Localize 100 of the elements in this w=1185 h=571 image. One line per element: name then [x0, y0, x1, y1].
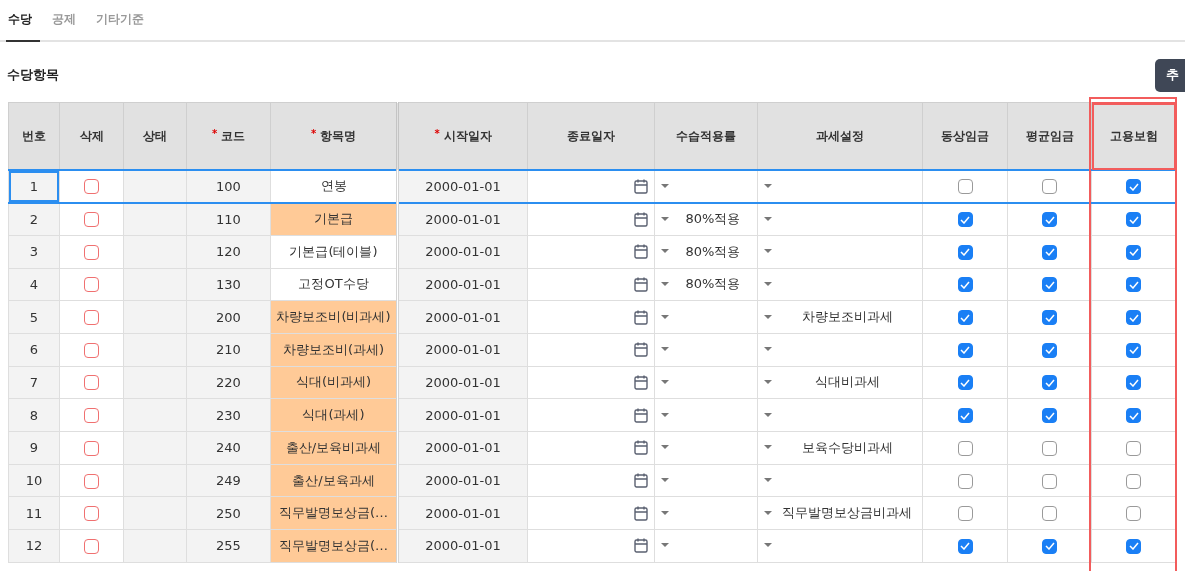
checkbox[interactable] — [1126, 538, 1141, 554]
table-cell: 2000-01-01 — [397, 235, 528, 269]
caret-icon[interactable] — [661, 314, 669, 320]
caret-icon[interactable] — [764, 412, 772, 418]
calendar-icon[interactable] — [634, 440, 648, 456]
checkbox[interactable] — [957, 244, 973, 260]
tab[interactable]: 수당 — [6, 11, 40, 42]
table-cell: 식대(비과세) — [270, 366, 398, 399]
calendar-icon[interactable] — [634, 407, 648, 423]
required-mark: * — [211, 127, 218, 139]
checkbox[interactable] — [957, 506, 973, 522]
caret-icon[interactable] — [764, 216, 772, 222]
calendar-icon[interactable] — [634, 473, 648, 489]
checkbox[interactable] — [84, 408, 99, 424]
checkbox[interactable] — [1126, 310, 1141, 326]
caret-icon[interactable] — [764, 543, 772, 549]
calendar-icon[interactable] — [634, 342, 648, 358]
checkbox[interactable] — [1042, 179, 1057, 195]
calendar-icon[interactable] — [634, 276, 648, 292]
checkbox[interactable] — [84, 179, 99, 195]
checkbox[interactable] — [84, 310, 99, 326]
table-cell: 2000-01-01 — [397, 300, 528, 334]
caret-icon[interactable] — [764, 314, 772, 320]
caret-icon[interactable] — [764, 445, 772, 451]
dropdown-value: 차량보조비과세 — [800, 308, 894, 327]
checkbox[interactable] — [1042, 342, 1057, 358]
add-button[interactable]: 추 — [1155, 58, 1185, 92]
checkbox[interactable] — [1126, 342, 1141, 358]
checkbox[interactable] — [1042, 310, 1057, 326]
checkbox[interactable] — [1042, 375, 1057, 391]
calendar-icon[interactable] — [634, 211, 648, 227]
table-cell: 6 — [8, 333, 60, 367]
checkbox[interactable] — [957, 538, 973, 554]
caret-icon[interactable] — [764, 379, 772, 385]
checkbox[interactable] — [957, 179, 973, 195]
calendar-icon[interactable] — [634, 309, 648, 325]
checkbox[interactable] — [84, 212, 99, 228]
checkbox[interactable] — [1042, 277, 1057, 293]
caret-icon[interactable] — [764, 281, 772, 287]
checkbox[interactable] — [1126, 244, 1141, 260]
caret-icon[interactable] — [764, 183, 772, 189]
checkbox[interactable] — [1042, 506, 1057, 522]
checkbox[interactable] — [1126, 473, 1141, 489]
checkbox[interactable] — [84, 375, 99, 391]
checkbox[interactable] — [1042, 473, 1057, 489]
checkbox[interactable] — [957, 212, 973, 228]
checkbox[interactable] — [1042, 538, 1057, 554]
calendar-icon[interactable] — [634, 538, 648, 554]
calendar-icon[interactable] — [634, 505, 648, 521]
checkbox[interactable] — [1126, 408, 1141, 424]
caret-icon[interactable] — [661, 183, 669, 189]
caret-icon[interactable] — [764, 478, 772, 484]
caret-icon[interactable] — [764, 347, 772, 353]
checkbox[interactable] — [1126, 277, 1141, 293]
table-cell: 4 — [8, 268, 60, 301]
checkbox[interactable] — [84, 506, 99, 522]
checkbox[interactable] — [84, 277, 99, 293]
table-cell: 250 — [186, 496, 271, 530]
table-cell: 5 — [8, 300, 60, 334]
checkbox[interactable] — [84, 342, 99, 358]
calendar-icon[interactable] — [634, 178, 648, 194]
checkbox[interactable] — [1042, 212, 1057, 228]
checkbox[interactable] — [957, 440, 973, 456]
table-cell: 11 — [8, 496, 60, 530]
checkbox[interactable] — [957, 375, 973, 391]
checkbox[interactable] — [957, 310, 973, 326]
checkbox[interactable] — [957, 408, 973, 424]
checkbox[interactable] — [957, 342, 973, 358]
caret-icon[interactable] — [661, 510, 669, 516]
table-cell: 2000-01-01 — [397, 496, 528, 530]
caret-icon[interactable] — [661, 281, 669, 287]
caret-icon[interactable] — [764, 510, 772, 516]
caret-icon[interactable] — [661, 379, 669, 385]
table-cell: 10 — [8, 464, 60, 497]
caret-icon[interactable] — [661, 249, 669, 255]
checkbox[interactable] — [957, 473, 973, 489]
checkbox[interactable] — [1126, 212, 1141, 228]
checkbox[interactable] — [84, 244, 99, 260]
caret-icon[interactable] — [764, 249, 772, 255]
checkbox[interactable] — [1042, 440, 1057, 456]
checkbox[interactable] — [84, 440, 99, 456]
checkbox[interactable] — [84, 473, 99, 489]
checkbox[interactable] — [1042, 408, 1057, 424]
table-cell: 200 — [186, 300, 271, 334]
caret-icon[interactable] — [661, 478, 669, 484]
checkbox[interactable] — [84, 538, 99, 554]
calendar-icon[interactable] — [634, 244, 648, 260]
checkbox[interactable] — [1126, 506, 1141, 522]
checkbox[interactable] — [957, 277, 973, 293]
caret-icon[interactable] — [661, 216, 669, 222]
caret-icon[interactable] — [661, 543, 669, 549]
caret-icon[interactable] — [661, 347, 669, 353]
calendar-icon[interactable] — [634, 374, 648, 390]
checkbox[interactable] — [1042, 244, 1057, 260]
caret-icon[interactable] — [661, 412, 669, 418]
caret-icon[interactable] — [661, 445, 669, 451]
table-cell: 130 — [186, 268, 271, 301]
checkbox[interactable] — [1126, 440, 1141, 456]
checkbox[interactable] — [1126, 375, 1141, 391]
checkbox[interactable] — [1126, 179, 1141, 195]
